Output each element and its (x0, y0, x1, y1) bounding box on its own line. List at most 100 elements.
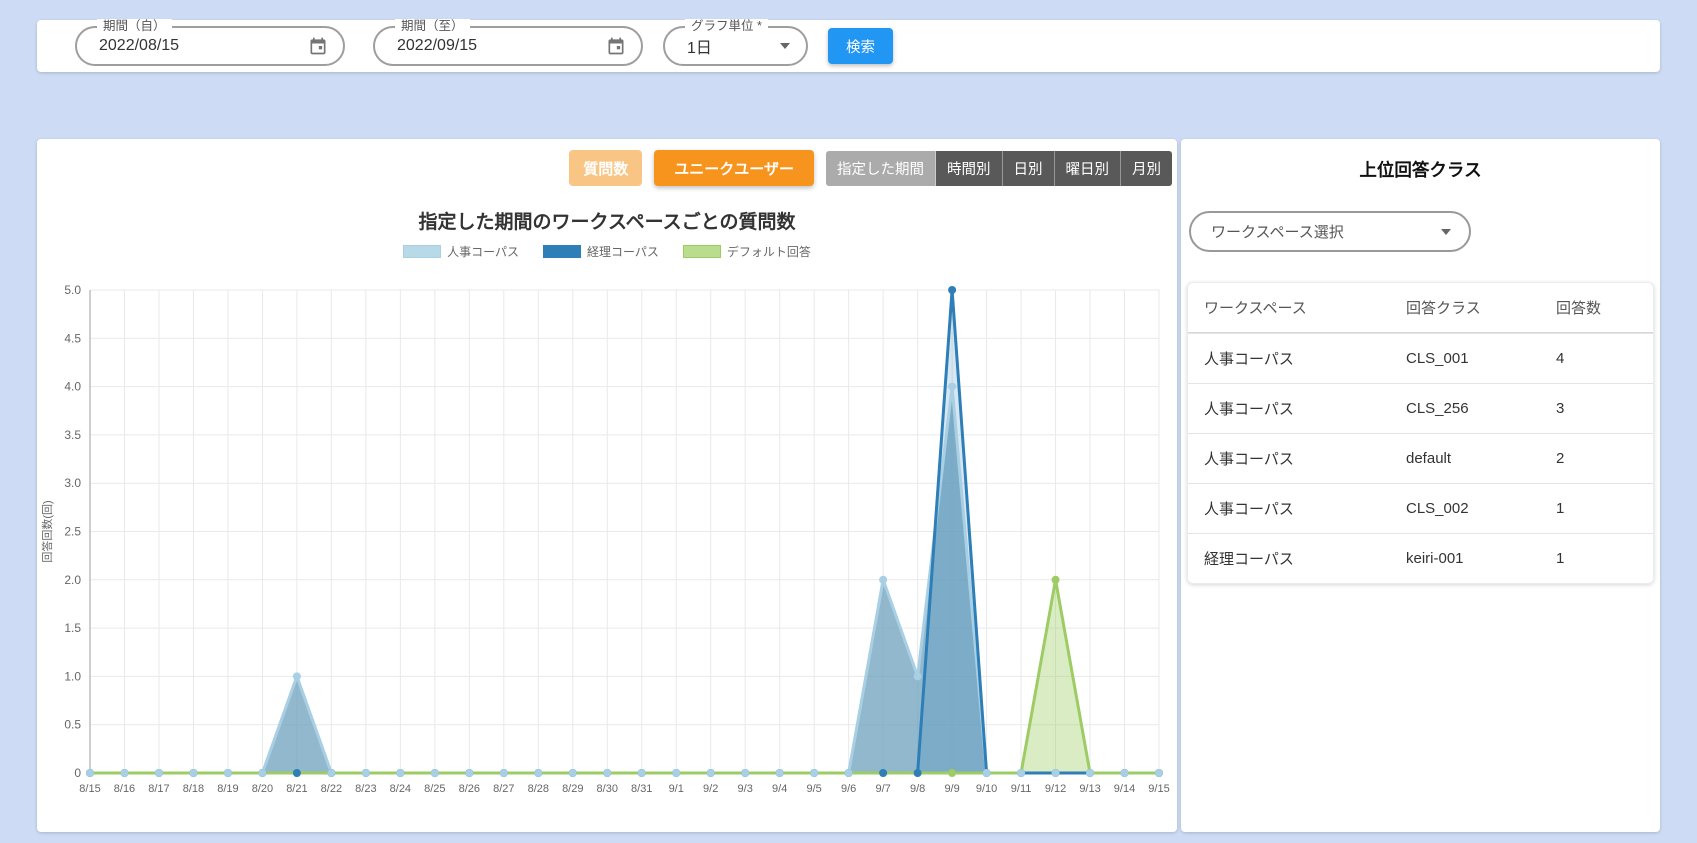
data-point (1052, 769, 1060, 777)
table-cell: 4 (1556, 350, 1653, 367)
metric-button-unique-users[interactable]: ユニークユーザー (654, 150, 814, 186)
x-tick-label: 9/13 (1079, 783, 1100, 795)
date-to-field[interactable]: 期間（至） (373, 26, 643, 66)
x-tick-label: 8/28 (528, 783, 549, 795)
x-tick-label: 8/17 (148, 783, 169, 795)
x-tick-label: 9/11 (1011, 783, 1032, 795)
period-button-daily[interactable]: 日別 (1003, 151, 1055, 186)
x-tick-label: 9/10 (976, 783, 997, 795)
y-tick-label: 0 (74, 766, 81, 780)
legend-label: 経理コーパス (587, 243, 659, 260)
legend-item[interactable]: 人事コーパス (403, 243, 519, 260)
legend-label: デフォルト回答 (727, 243, 811, 260)
calendar-icon-button[interactable] (301, 29, 335, 63)
chevron-down-icon (1441, 229, 1451, 235)
x-tick-label: 8/21 (286, 783, 307, 795)
data-point (983, 769, 991, 777)
chart-toolbar: 質問数ユニークユーザー 指定した期間時間別日別曜日別月別 (569, 150, 1172, 186)
search-button[interactable]: 検索 (828, 28, 893, 64)
table-cell: CLS_002 (1406, 500, 1556, 517)
table-cell: 1 (1556, 550, 1653, 567)
data-point (707, 769, 715, 777)
x-tick-label: 8/15 (79, 783, 100, 795)
chevron-down-icon (780, 43, 790, 49)
calendar-icon (308, 36, 328, 56)
data-point (224, 769, 232, 777)
period-button-weekday[interactable]: 曜日別 (1055, 151, 1122, 186)
x-tick-label: 9/1 (669, 783, 684, 795)
period-button-hourly[interactable]: 時間別 (936, 151, 1003, 186)
data-point (396, 769, 404, 777)
legend-swatch (683, 245, 721, 258)
data-point (638, 769, 646, 777)
y-tick-label: 3.0 (64, 476, 81, 490)
x-tick-label: 8/20 (252, 783, 273, 795)
y-tick-label: 5.0 (64, 283, 81, 297)
data-point (948, 769, 956, 777)
table-row: 人事コーパスdefault2 (1188, 433, 1653, 483)
x-tick-label: 9/15 (1148, 783, 1169, 795)
chart-panel: 質問数ユニークユーザー 指定した期間時間別日別曜日別月別 指定した期間のワークス… (37, 139, 1177, 832)
table-cell: 3 (1556, 400, 1653, 417)
table-cell: 人事コーパス (1204, 448, 1406, 469)
table-cell: 人事コーパス (1204, 498, 1406, 519)
data-point (500, 769, 508, 777)
x-tick-label: 9/14 (1114, 783, 1135, 795)
workspace-select[interactable]: ワークスペース選択 (1189, 211, 1471, 252)
data-point (879, 769, 887, 777)
data-point (293, 672, 301, 680)
data-point (914, 672, 922, 680)
table-header-cell: ワークスペース (1204, 297, 1406, 318)
data-point (776, 769, 784, 777)
period-button-monthly[interactable]: 月別 (1121, 151, 1172, 186)
period-button-specified-range[interactable]: 指定した期間 (826, 151, 936, 186)
date-to-input[interactable] (375, 37, 599, 55)
table-row: 人事コーパスCLS_0014 (1188, 333, 1653, 383)
data-point (879, 576, 887, 584)
y-tick-label: 0.5 (64, 718, 81, 732)
table-row: 人事コーパスCLS_0021 (1188, 483, 1653, 533)
data-point (1017, 769, 1025, 777)
data-point (534, 769, 542, 777)
table-cell: 経理コーパス (1204, 548, 1406, 569)
panel-title: 上位回答クラス (1181, 157, 1660, 182)
x-tick-label: 9/8 (910, 783, 925, 795)
data-point (1052, 576, 1060, 584)
x-tick-label: 8/16 (114, 783, 135, 795)
table-header-cell: 回答数 (1556, 297, 1653, 318)
data-point (914, 769, 922, 777)
calendar-icon (606, 36, 626, 56)
workspace-select-value: ワークスペース選択 (1191, 221, 1441, 242)
legend-item[interactable]: 経理コーパス (543, 243, 659, 260)
date-from-field[interactable]: 期間（自） (75, 26, 345, 66)
calendar-icon-button[interactable] (599, 29, 633, 63)
x-tick-label: 8/24 (390, 783, 411, 795)
data-point (672, 769, 680, 777)
y-tick-label: 1.0 (64, 669, 81, 683)
data-point (155, 769, 163, 777)
table-cell: default (1406, 450, 1556, 467)
table-cell: 人事コーパス (1204, 398, 1406, 419)
y-tick-label: 4.0 (64, 380, 81, 394)
x-tick-label: 8/27 (493, 783, 514, 795)
table-cell: 人事コーパス (1204, 348, 1406, 369)
table-row: 経理コーパスkeiri-0011 (1188, 533, 1653, 583)
legend-item[interactable]: デフォルト回答 (683, 243, 811, 260)
area-chart: 5.04.54.03.53.02.52.01.51.00.508/158/168… (37, 271, 1174, 819)
data-point (948, 286, 956, 294)
x-tick-label: 9/5 (807, 783, 822, 795)
data-point (1155, 769, 1163, 777)
data-point (741, 769, 749, 777)
graph-unit-select[interactable]: グラフ単位 * 1日 (663, 26, 808, 66)
x-tick-label: 9/3 (738, 783, 753, 795)
metric-button-questions[interactable]: 質問数 (569, 150, 642, 186)
data-point (86, 769, 94, 777)
chart-legend: 人事コーパス 経理コーパス デフォルト回答 (37, 243, 1177, 260)
date-from-input[interactable] (77, 37, 301, 55)
data-point (293, 769, 301, 777)
table-cell: CLS_001 (1406, 350, 1556, 367)
x-tick-label: 9/7 (875, 783, 890, 795)
data-point (120, 769, 128, 777)
data-point (1086, 769, 1094, 777)
legend-swatch (543, 245, 581, 258)
